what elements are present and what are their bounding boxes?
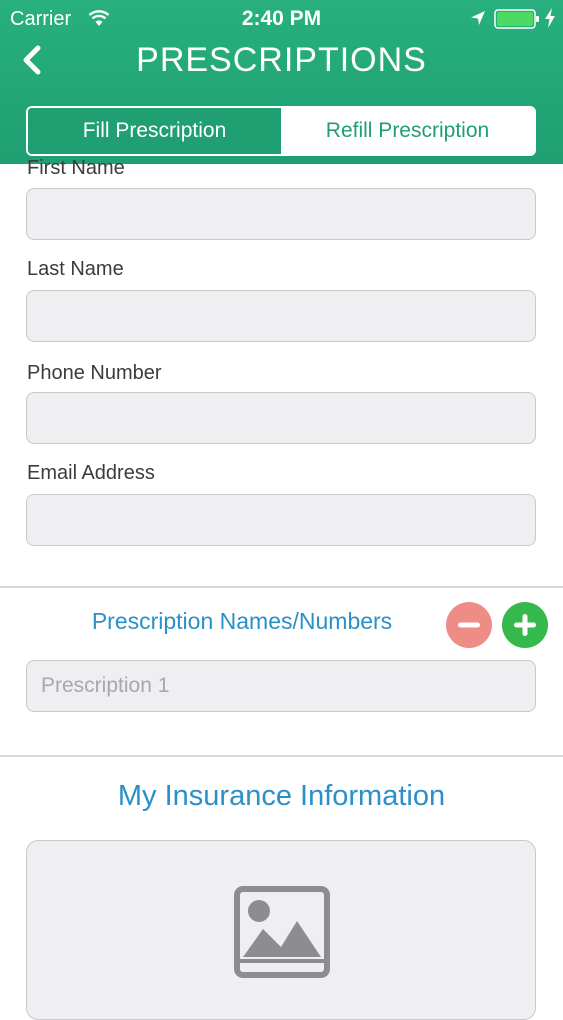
- phone-number-field[interactable]: [26, 392, 536, 444]
- prescription-field[interactable]: [26, 660, 536, 712]
- prescription-section-title: Prescription Names/Numbers: [91, 608, 393, 634]
- first-name-field[interactable]: [26, 188, 536, 240]
- tab-fill-prescription[interactable]: Fill Prescription: [28, 108, 281, 154]
- add-prescription-button[interactable]: [502, 602, 548, 648]
- battery-icon: [494, 9, 539, 29]
- section-divider: [0, 755, 563, 757]
- prescription-input[interactable]: [27, 661, 535, 711]
- segmented-control: Fill Prescription Refill Prescription: [26, 106, 536, 156]
- tab-refill-prescription[interactable]: Refill Prescription: [281, 108, 534, 154]
- phone-number-label: Phone Number: [27, 362, 162, 384]
- page-title: PRESCRIPTIONS: [136, 41, 427, 79]
- phone-number-input[interactable]: [27, 393, 535, 443]
- section-divider: [0, 586, 563, 588]
- header: Carrier 2:40 PM PRESCRIPTIONS Fill Presc…: [0, 0, 563, 164]
- status-bar: Carrier 2:40 PM: [0, 0, 563, 40]
- email-address-field[interactable]: [26, 494, 536, 546]
- charging-bolt-icon: [545, 8, 555, 28]
- insurance-card-image-picker[interactable]: [26, 840, 536, 1020]
- minus-circle-icon: [458, 622, 480, 628]
- last-name-field[interactable]: [26, 290, 536, 342]
- last-name-label: Last Name: [27, 258, 124, 280]
- last-name-input[interactable]: [27, 291, 535, 341]
- image-placeholder-icon: [234, 886, 330, 978]
- location-arrow-icon: [471, 11, 485, 25]
- email-address-label: Email Address: [27, 462, 155, 484]
- first-name-label: First Name: [27, 157, 125, 179]
- email-address-input[interactable]: [27, 495, 535, 545]
- insurance-section-title: My Insurance Information: [117, 780, 446, 812]
- remove-prescription-button[interactable]: [446, 602, 492, 648]
- plus-circle-icon: [514, 614, 536, 636]
- first-name-input[interactable]: [27, 189, 535, 239]
